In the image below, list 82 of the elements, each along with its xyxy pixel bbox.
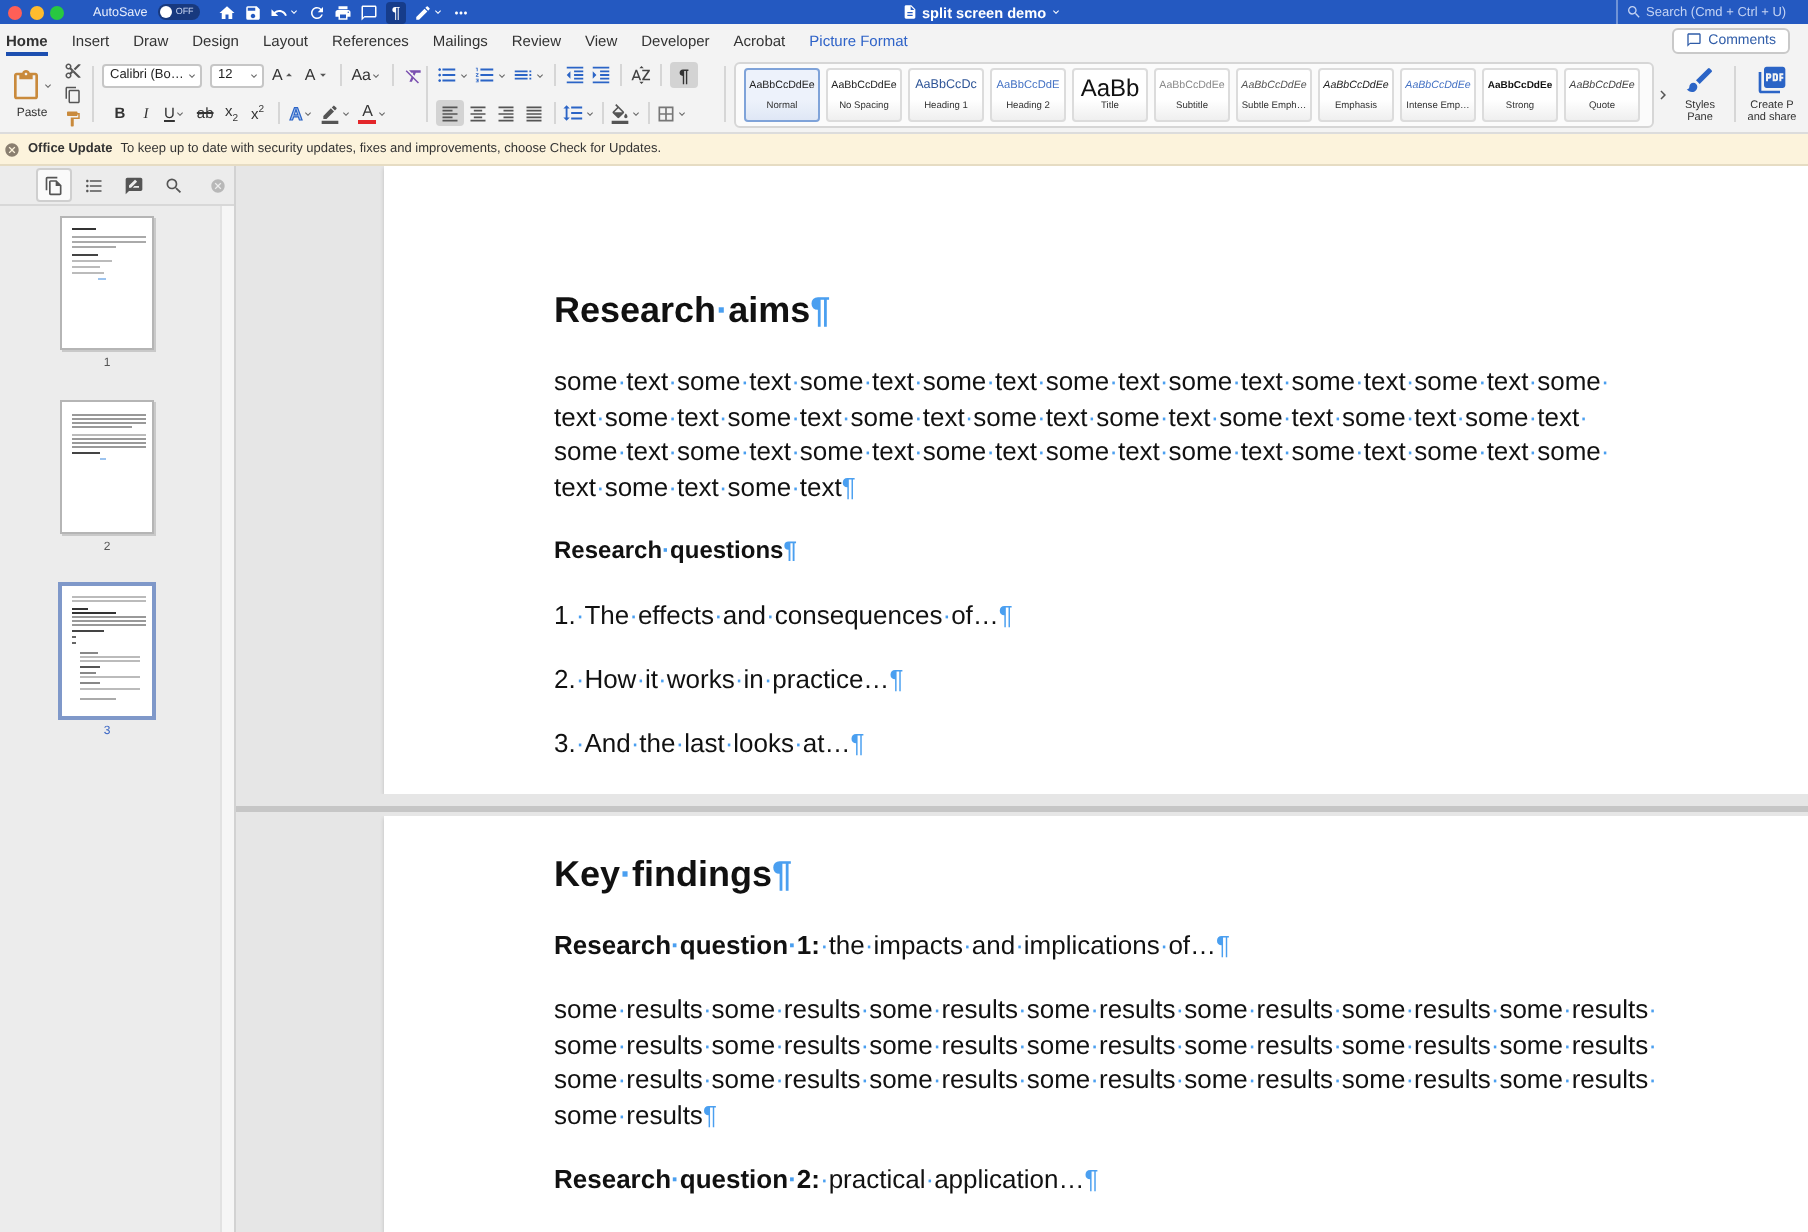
printer-icon[interactable] (333, 3, 352, 21)
caret-icon (458, 69, 470, 81)
sort-icon[interactable] (630, 64, 652, 86)
search-icon (164, 175, 184, 195)
brush-icon (1684, 63, 1716, 96)
clipboard-icon (10, 69, 42, 101)
caret-icon (376, 107, 389, 119)
caret-icon (302, 107, 315, 119)
caret-icon (534, 69, 546, 81)
clear-formatting-icon[interactable] (404, 65, 425, 85)
caret-icon (1050, 6, 1063, 18)
page-thumbnail[interactable] (60, 400, 154, 534)
font-color-button[interactable]: A (358, 103, 389, 123)
paragraph: Research·question·1:·the·impacts·and·implications·of…¶ (554, 928, 1233, 963)
page-preview-drawing (72, 414, 146, 460)
heading: Key·findings¶ (554, 852, 795, 896)
align-right-icon (496, 103, 516, 123)
refresh-icon[interactable] (307, 3, 326, 21)
minimize-window-button[interactable] (29, 5, 43, 19)
align-justify-icon (524, 103, 544, 123)
paragraph: 3.·And·the·last·looks·at…¶ (554, 725, 867, 760)
comment-icon (1686, 32, 1703, 48)
caret-down-icon (315, 68, 330, 82)
caret-icon (287, 6, 300, 18)
heading: Research·aims¶ (554, 288, 833, 332)
caret-icon (186, 69, 198, 81)
search-icon (1626, 4, 1642, 20)
page-thumbnail[interactable] (60, 584, 154, 718)
formatting-marks-button[interactable]: ¶ (385, 1, 407, 23)
grid-icon[interactable] (656, 103, 676, 123)
pencil-icon[interactable] (320, 103, 341, 123)
copy-icon[interactable] (64, 85, 82, 103)
pen-icon[interactable] (414, 3, 433, 21)
sidebar-tab[interactable] (36, 168, 72, 202)
page-thumbnail[interactable] (60, 216, 154, 350)
paragraph: some·text·some·text·some·text·some·text·some·text·some·text·some·text·some·text·some·text·some·text·some·text·some·text·some·text·some·text·some·text·some·text·some·text·some·text·some·text·some·text·some·text·some·text·some·text·some·text·some·text·some·text·some·text·some·text¶ (554, 364, 1612, 504)
caret-icon (496, 69, 508, 81)
caret-icon (340, 107, 353, 119)
scissors-icon[interactable] (64, 61, 82, 79)
chevron-right-icon[interactable] (1654, 85, 1672, 103)
align-button[interactable] (436, 100, 464, 126)
home-icon[interactable] (217, 3, 236, 21)
grow-font-button[interactable]: A (272, 66, 297, 84)
zoom-window-button[interactable] (50, 5, 64, 19)
shrink-font-button[interactable]: A (304, 66, 330, 84)
paragraph: 2.·How·it·works·in·practice…¶ (554, 661, 906, 696)
paragraph: some·results·some·results·some·results·some·results·some·results·some·results·some·results·some·results·some·results·some·results·some·results·some·results·some·results·some·results·some·results·some·results·some·results·some·results·some·results·some·results·some·results·some·results¶ (554, 992, 1659, 1132)
document-icon (902, 4, 918, 20)
paint-bucket-icon[interactable] (610, 103, 630, 123)
caret-icon (432, 6, 445, 18)
bullet-list-icon[interactable] (436, 64, 458, 86)
caret-up-icon (282, 68, 297, 82)
paragraph: 1.·The·effects·and·consequences·of…¶ (554, 597, 1015, 632)
list-icon (84, 175, 104, 195)
caret-icon (370, 69, 383, 81)
caret-icon (630, 107, 642, 119)
save-icon[interactable] (243, 3, 262, 21)
pages-icon (44, 175, 64, 195)
align-left-icon (440, 103, 460, 123)
increase-indent-icon[interactable] (590, 64, 612, 86)
change-case-button[interactable]: Aa (351, 66, 383, 84)
close-icon[interactable] (4, 141, 20, 157)
paint-roller-icon[interactable] (64, 109, 82, 127)
page-preview-drawing (72, 228, 146, 280)
caret-icon (584, 107, 596, 119)
comment-pen-icon (124, 175, 144, 195)
multilevel-list-icon[interactable] (512, 64, 534, 86)
subheading: Research·questions¶ (554, 533, 799, 567)
paragraph: Research·question·2:·practical·application…¶ (554, 1161, 1101, 1196)
caret-icon (248, 69, 260, 81)
page-preview-drawing (72, 596, 146, 700)
line-spacing-icon[interactable] (562, 102, 584, 124)
decrease-indent-icon[interactable] (564, 64, 586, 86)
caret-icon (42, 79, 54, 91)
switch-knob-icon (159, 6, 172, 18)
numbered-list-icon[interactable] (474, 64, 496, 86)
align-center-icon (468, 103, 488, 123)
caret-icon (174, 107, 187, 119)
show-formatting-marks-button[interactable]: ¶ (670, 62, 698, 88)
comment-icon[interactable] (359, 3, 378, 21)
caret-icon (676, 107, 688, 119)
pdf-icon (1756, 63, 1788, 96)
